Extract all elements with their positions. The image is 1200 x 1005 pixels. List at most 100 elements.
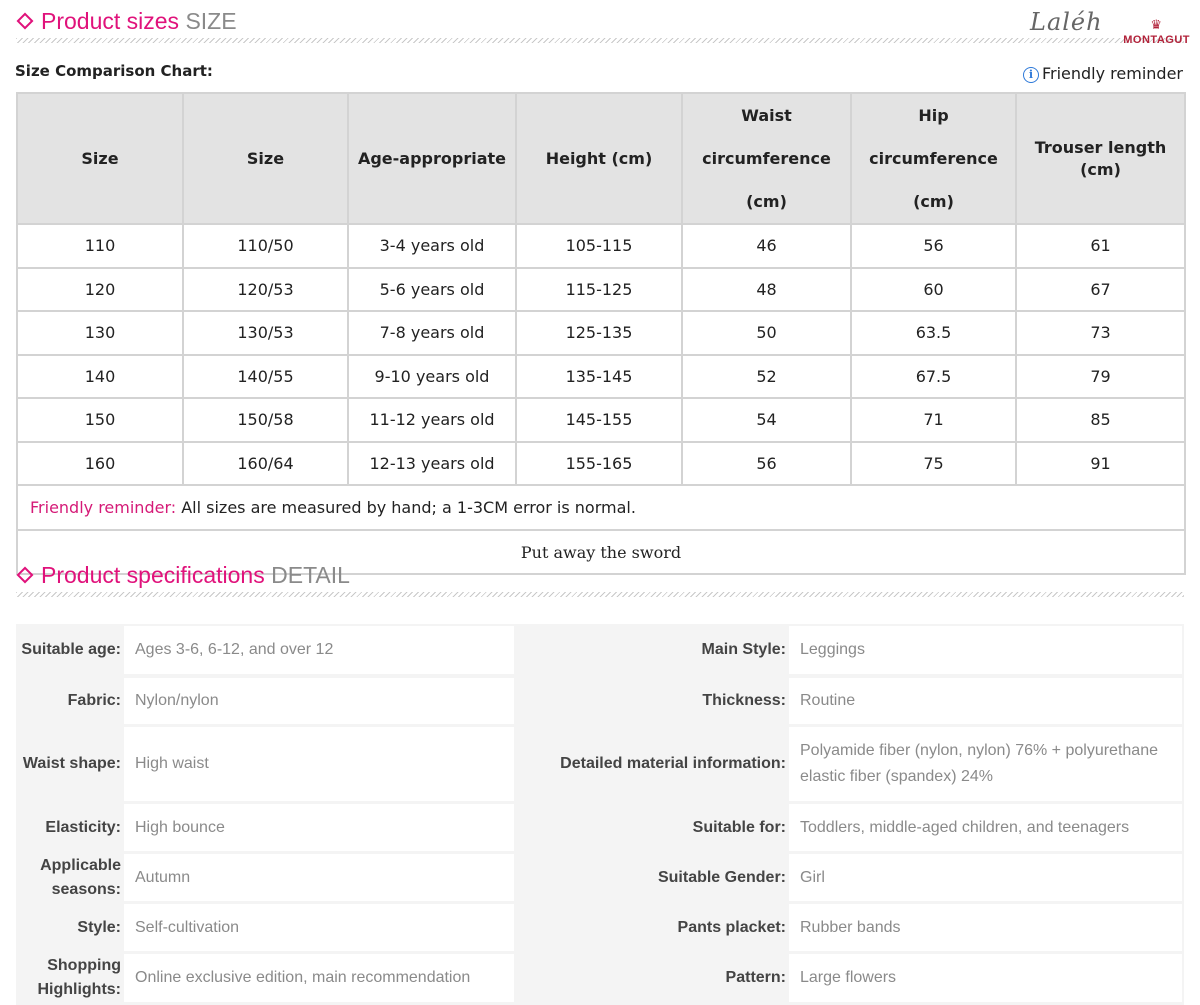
cell: 46 bbox=[681, 223, 852, 269]
cell: 9-10 years old bbox=[347, 353, 517, 399]
spec-section-header: Product specifications DETAIL bbox=[16, 558, 1184, 598]
diamond-icon bbox=[16, 12, 34, 30]
sizes-section-title: Product sizes SIZE bbox=[16, 8, 237, 35]
header-length: Trouser length (cm) bbox=[1015, 92, 1186, 225]
spec-row: Waist shape: High waist Detailed material … bbox=[16, 727, 1184, 801]
spec-title-main: Product specifications bbox=[41, 562, 265, 588]
measurement-note: Friendly reminder: All sizes are measure… bbox=[16, 484, 1186, 531]
cell: 61 bbox=[1015, 223, 1186, 269]
table-row: 120 120/53 5-6 years old 115-125 48 60 67 bbox=[16, 266, 1186, 312]
header-height: Height (cm) bbox=[515, 92, 683, 225]
cell: 150/58 bbox=[182, 397, 349, 443]
spec-title-en: DETAIL bbox=[271, 562, 350, 588]
measurement-note-row: Friendly reminder: All sizes are measure… bbox=[16, 484, 1186, 531]
spec-value: Routine bbox=[789, 678, 1182, 724]
cell: 11-12 years old bbox=[347, 397, 517, 443]
cell: 85 bbox=[1015, 397, 1186, 443]
cell: 79 bbox=[1015, 353, 1186, 399]
cell: 75 bbox=[850, 440, 1017, 486]
spec-value: Ages 3-6, 6-12, and over 12 bbox=[124, 626, 514, 674]
cell: 135-145 bbox=[515, 353, 683, 399]
friendly-reminder-tag: i Friendly reminder bbox=[1022, 64, 1183, 83]
note-label: Friendly reminder: bbox=[30, 498, 177, 517]
spec-value: Nylon/nylon bbox=[124, 678, 514, 724]
sizes-title-main: Product sizes bbox=[41, 8, 180, 34]
cell: 105-115 bbox=[515, 223, 683, 269]
spec-value: High bounce bbox=[124, 804, 514, 851]
table-row: 110 110/50 3-4 years old 105-115 46 56 61 bbox=[16, 223, 1186, 269]
spec-value: Toddlers, middle-aged children, and teen… bbox=[789, 804, 1182, 851]
spec-label: Fabric: bbox=[67, 692, 121, 709]
cell: 125-135 bbox=[515, 310, 683, 356]
sizes-title-en: SIZE bbox=[185, 8, 237, 34]
spec-grid: Suitable age: Ages 3-6, 6-12, and over 12… bbox=[16, 624, 1184, 1005]
spec-label: Pattern: bbox=[725, 969, 786, 986]
cell: 130 bbox=[16, 310, 184, 356]
cell: 7-8 years old bbox=[347, 310, 517, 356]
cell: 110/50 bbox=[182, 223, 349, 269]
size-table-header-row: Size Size Age-appropriate Height (cm) Wa… bbox=[16, 92, 1186, 225]
cell: 130/53 bbox=[182, 310, 349, 356]
spec-value: Online exclusive edition, main recommend… bbox=[124, 954, 514, 1002]
cell: 52 bbox=[681, 353, 852, 399]
cell: 3-4 years old bbox=[347, 223, 517, 269]
spec-label: Shopping Highlights: bbox=[37, 957, 121, 998]
spec-row: Applicable seasons: Autumn Suitable Gender… bbox=[16, 854, 1184, 901]
info-icon: i bbox=[1022, 67, 1039, 83]
cell: 140/55 bbox=[182, 353, 349, 399]
size-table: Size Size Age-appropriate Height (cm) Wa… bbox=[16, 92, 1186, 575]
cell: 160 bbox=[16, 440, 184, 486]
cell: 120 bbox=[16, 266, 184, 312]
size-chart-label: Size Comparison Chart: bbox=[15, 62, 213, 80]
cell: 12-13 years old bbox=[347, 440, 517, 486]
note-text: All sizes are measured by hand; a 1-3CM … bbox=[176, 498, 636, 517]
spec-label: Detailed material information: bbox=[560, 755, 786, 772]
cell: 56 bbox=[681, 440, 852, 486]
spec-value: High waist bbox=[124, 727, 514, 801]
spec-label: Suitable Gender: bbox=[657, 868, 786, 886]
cell: 71 bbox=[850, 397, 1017, 443]
cell: 91 bbox=[1015, 440, 1186, 486]
table-row: 150 150/58 11-12 years old 145-155 54 71 85 bbox=[16, 397, 1186, 443]
table-row: 130 130/53 7-8 years old 125-135 50 63.5 73 bbox=[16, 310, 1186, 356]
cell: 54 bbox=[681, 397, 852, 443]
spec-label: Main Style: bbox=[701, 641, 786, 658]
spec-label: Suitable for: bbox=[692, 818, 786, 836]
reminder-tag-label: Friendly reminder bbox=[1041, 64, 1183, 83]
spec-row: Shopping Highlights: Online exclusive edi… bbox=[16, 954, 1184, 1002]
cell: 140 bbox=[16, 353, 184, 399]
spec-label: Waist shape: bbox=[22, 755, 121, 772]
header-size: Size bbox=[16, 92, 184, 225]
spec-row: Elasticity: High bounce Suitable for: Toddl… bbox=[16, 804, 1184, 851]
logo-brand: MONTAGUT bbox=[1123, 34, 1190, 46]
cell: 120/53 bbox=[182, 266, 349, 312]
cell: 56 bbox=[850, 223, 1017, 269]
brand-logo: Laléh ♛ MONTAGUT bbox=[1030, 8, 1190, 48]
diamond-icon bbox=[16, 566, 34, 584]
cell: 48 bbox=[681, 266, 852, 312]
spec-value: Girl bbox=[789, 854, 1182, 901]
table-row: 160 160/64 12-13 years old 155-165 56 75 91 bbox=[16, 440, 1186, 486]
spec-value: Polyamide fiber (nylon, nylon) 76% + pol… bbox=[789, 727, 1182, 801]
spec-value: Rubber bands bbox=[789, 904, 1182, 951]
cell: 67.5 bbox=[850, 353, 1017, 399]
header-size-code: Size bbox=[182, 92, 349, 225]
spec-section-title: Product specifications DETAIL bbox=[16, 562, 350, 589]
header-waist: Waist circumference (cm) bbox=[681, 92, 852, 225]
crown-icon: ♛ bbox=[1150, 18, 1162, 33]
spec-label: Style: bbox=[77, 918, 121, 936]
spec-label: Elasticity: bbox=[45, 818, 121, 836]
spec-value: Large flowers bbox=[789, 954, 1182, 1002]
spec-row: Suitable age: Ages 3-6, 6-12, and over 12… bbox=[16, 626, 1184, 674]
cell: 115-125 bbox=[515, 266, 683, 312]
spec-label: Pants placket: bbox=[677, 918, 786, 936]
cell: 63.5 bbox=[850, 310, 1017, 356]
table-row: 140 140/55 9-10 years old 135-145 52 67.5 79 bbox=[16, 353, 1186, 399]
cell: 60 bbox=[850, 266, 1017, 312]
cell: 5-6 years old bbox=[347, 266, 517, 312]
header-age: Age-appropriate bbox=[347, 92, 517, 225]
spec-row: Style: Self-cultivation Pants placket: Rubb… bbox=[16, 904, 1184, 951]
hatched-divider bbox=[16, 592, 1184, 597]
cell: 160/64 bbox=[182, 440, 349, 486]
cell: 110 bbox=[16, 223, 184, 269]
